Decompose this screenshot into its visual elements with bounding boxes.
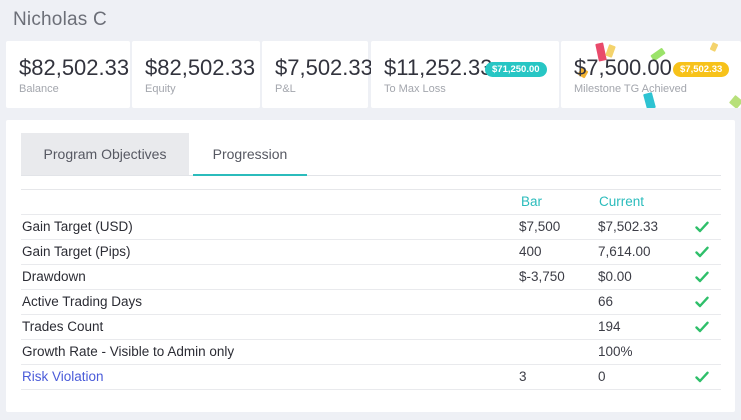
balance-card: $82,502.33 Balance [6,41,130,108]
equity-card: $82,502.33 Equity [132,41,260,108]
row-label: Gain Target (USD) [22,219,133,234]
milestone-value: $7,500.00 [574,55,672,80]
user-name: Nicholas C [13,9,107,30]
row-bar-value: 400 [519,244,542,259]
max-loss-value: $11,252.33 [384,55,493,80]
confetti-piece [728,94,741,108]
row-label: Gain Target (Pips) [22,244,131,259]
row-current-value: 66 [598,294,614,309]
row-bar-value: $-3,750 [519,269,565,284]
progression-table: Bar Current Gain Target (USD) $7,500 $7,50… [21,189,721,390]
table-row: Drawdown $-3,750 $0.00 [21,265,721,290]
milestone-label: Milestone TG Achieved [574,83,687,95]
table-row: Risk Violation 3 0 [21,365,721,390]
progress-panel: Program Objectives Progression Bar Curre… [6,120,735,412]
balance-value: $82,502.33 [19,55,130,80]
max-loss-label: To Max Loss [384,83,446,95]
table-row: Active Trading Days 66 [21,290,721,315]
row-label: Growth Rate - Visible to Admin only [22,344,235,359]
equity-label: Equity [145,83,176,95]
equity-value: $82,502.33 [145,55,256,80]
table-row: Gain Target (Pips) 400 7,614.00 [21,240,721,265]
max-loss-badge: $71,250.00 [485,62,547,77]
row-current-value: 0 [598,369,606,384]
balance-label: Balance [19,83,59,95]
stats-row: $82,502.33 Balance $82,502.33 Equity $7,… [6,41,741,108]
row-bar-value: $7,500 [519,219,561,234]
checkmark-icon [695,365,711,389]
table-row: Gain Target (USD) $7,500 $7,502.33 [21,215,721,240]
checkmark-icon [695,290,711,314]
milestone-card: $7,500.00 Milestone TG Achieved $7,502.3… [561,41,741,108]
checkmark-icon [695,240,711,264]
row-current-value: $0.00 [598,269,632,284]
tab-program-objectives[interactable]: Program Objectives [21,133,189,175]
column-header-bar: Bar [521,194,543,209]
pnl-value: $7,502.33 [275,55,373,80]
row-current-value: $7,502.33 [598,219,659,234]
table-row: Growth Rate - Visible to Admin only 100% [21,340,721,365]
row-label: Drawdown [22,269,86,284]
row-bar-value: 3 [519,369,527,384]
table-row: Trades Count 194 [21,315,721,340]
row-current-value: 7,614.00 [598,244,651,259]
checkmark-icon [695,315,711,339]
tab-progression[interactable]: Progression [193,133,307,176]
row-current-value: 194 [598,319,621,334]
risk-violation-link[interactable]: Risk Violation [22,365,104,389]
column-header-current: Current [599,194,645,209]
pnl-card: $7,502.33 P&L [262,41,373,108]
tab-bar: Program Objectives Progression [21,133,721,176]
checkmark-icon [695,215,711,239]
confetti-piece [709,42,719,52]
max-loss-card: $11,252.33 To Max Loss $71,250.00 [371,41,559,108]
table-header-row: Bar Current [21,190,721,215]
row-current-value: 100% [598,344,633,359]
pnl-label: P&L [275,83,296,95]
checkmark-icon [695,265,711,289]
row-label: Active Trading Days [22,294,143,309]
row-label: Trades Count [22,319,104,334]
milestone-badge: $7,502.33 [673,62,730,77]
